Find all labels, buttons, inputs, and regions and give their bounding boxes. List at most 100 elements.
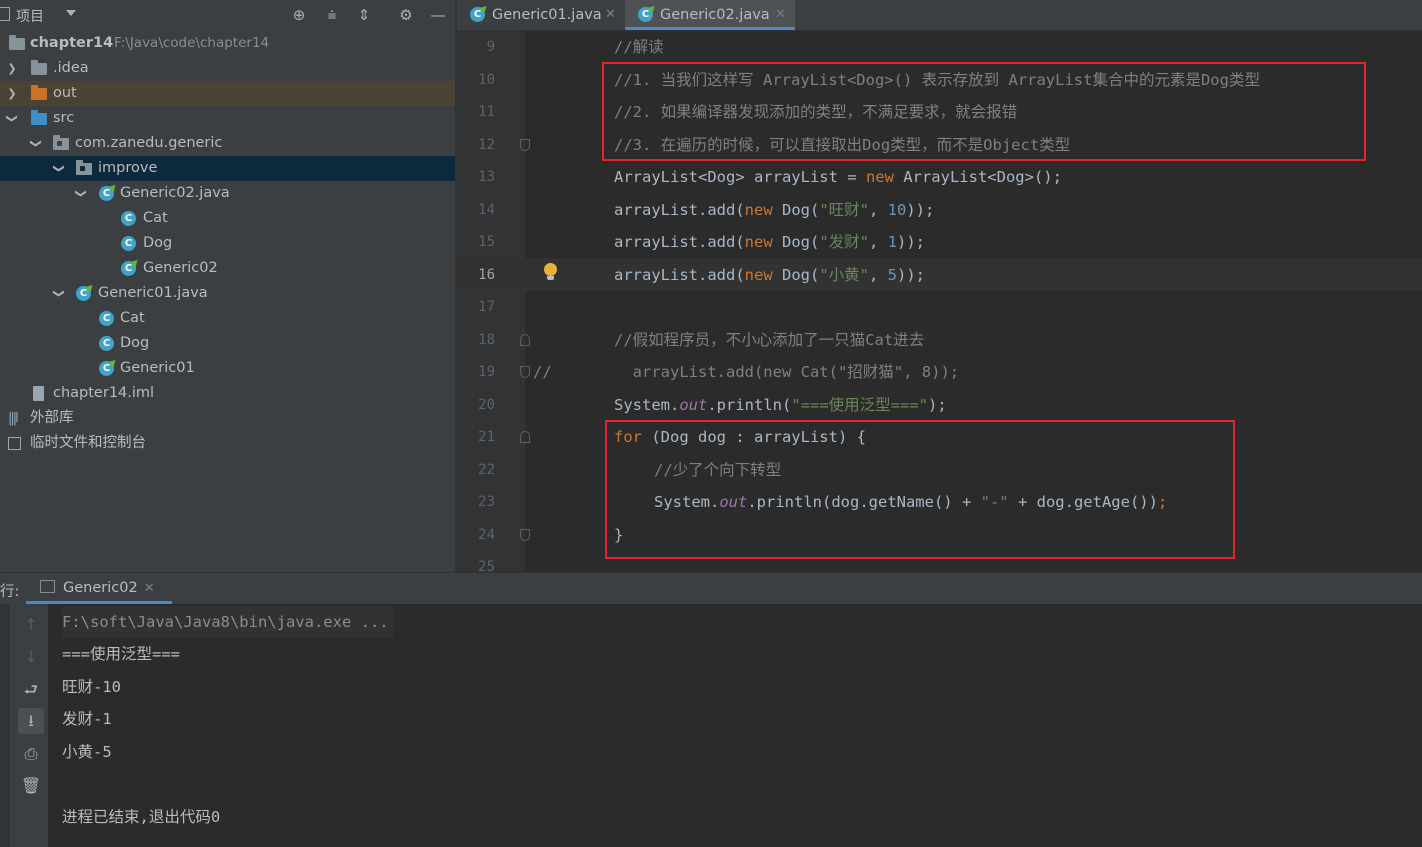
fold-end-icon[interactable]: [520, 366, 530, 378]
fold-end-icon[interactable]: [520, 529, 530, 541]
tree-item-generic01-java[interactable]: ❯ C Generic01.java: [0, 281, 455, 306]
line-number: 21: [478, 429, 495, 445]
line-number: 24: [478, 527, 495, 543]
console-line: ===使用泛型===: [62, 645, 180, 663]
tree-item-label: Cat: [120, 310, 145, 326]
tree-item-out[interactable]: ❯ out: [0, 81, 455, 106]
chevron-down-icon[interactable]: ❯: [47, 163, 72, 175]
tree-item-label: improve: [98, 160, 158, 176]
highlight-box-comments: [602, 62, 1366, 161]
scroll-to-end-icon[interactable]: ⭳: [18, 708, 44, 734]
highlight-box-for-loop: [605, 420, 1235, 559]
tree-item-class-generic02[interactable]: C Generic02: [0, 256, 455, 281]
chevron-down-icon[interactable]: ❯: [24, 138, 49, 150]
collapse-all-icon[interactable]: ⇕: [354, 5, 374, 25]
console-output[interactable]: [48, 604, 1422, 847]
tree-item-class-cat[interactable]: C Cat: [0, 306, 455, 331]
tree-item-scratches[interactable]: 临时文件和控制台: [0, 431, 455, 456]
tree-item-class-cat[interactable]: C Cat: [0, 206, 455, 231]
tree-item-package[interactable]: ❯ com.zanedu.generic: [0, 131, 455, 156]
java-class-icon: C: [121, 236, 136, 251]
tree-item-label: Generic01.java: [98, 285, 208, 301]
tree-item-label: .idea: [53, 60, 89, 76]
line-number: 25: [478, 559, 495, 572]
line-number-current: 16: [478, 267, 495, 283]
tree-item-label: Generic02.java: [120, 185, 230, 201]
tree-item-class-dog[interactable]: C Dog: [0, 231, 455, 256]
project-panel-header: 项目 ⊕ ⩧ ⇕ ⚙ —: [0, 0, 455, 30]
code-line-9: //解读: [614, 38, 664, 56]
code-line-19: arrayList.add(new Cat("招财猫", 8));: [614, 363, 960, 381]
fold-end-icon[interactable]: [520, 139, 530, 151]
line-number: 13: [478, 169, 495, 185]
tree-item-label: Generic01: [120, 360, 195, 376]
tree-item-label: com.zanedu.generic: [75, 135, 223, 151]
arrow-up-icon[interactable]: ↑: [18, 612, 44, 638]
code-text: arrayList.add(: [614, 233, 745, 251]
run-tab-generic02[interactable]: Generic02 ✕: [40, 580, 155, 596]
line-number: 12: [478, 137, 495, 153]
fold-start-icon[interactable]: [520, 334, 530, 346]
tree-item-iml[interactable]: chapter14.iml: [0, 381, 455, 406]
java-class-icon: C: [99, 311, 114, 326]
keyword: new: [865, 168, 894, 186]
chevron-down-icon[interactable]: ❯: [69, 188, 94, 200]
tree-item-label: Dog: [143, 235, 173, 251]
run-tab-label: Generic02: [63, 580, 138, 596]
code-text: ArrayList<Dog> arrayList =: [614, 168, 866, 186]
string-literal: "发财": [819, 233, 869, 251]
code-text: System.: [614, 396, 680, 414]
tree-item-class-generic01[interactable]: C Generic01: [0, 356, 455, 381]
code-line-13: ArrayList<Dog> arrayList = new ArrayList…: [614, 161, 1062, 193]
code-text: ));: [906, 201, 935, 219]
code-line-18: //假如程序员，不小心添加了一只猫Cat进去: [614, 331, 925, 349]
tree-item-generic02-java[interactable]: ❯ C Generic02.java: [0, 181, 455, 206]
tree-item-chapter14[interactable]: chapter14 F:\Java\code\chapter14: [0, 31, 455, 56]
tree-item-external-libraries[interactable]: |||l 外部库: [0, 406, 455, 431]
tree-item-label: 外部库: [30, 410, 74, 426]
tree-item-improve[interactable]: ❯ improve: [0, 156, 455, 181]
iml-file-icon: [33, 386, 44, 401]
minimize-icon[interactable]: —: [428, 5, 448, 25]
line-number: 23: [478, 494, 495, 510]
view-dropdown-icon[interactable]: [66, 10, 76, 16]
print-icon[interactable]: ⎙: [18, 741, 44, 767]
number-literal: 5: [887, 266, 898, 284]
string-literal: "===使用泛型===": [791, 396, 928, 414]
package-icon: [76, 160, 92, 175]
chevron-down-icon[interactable]: ❯: [0, 113, 25, 125]
code-line-15: arrayList.add(new Dog("发财", 1));: [614, 226, 925, 258]
gear-icon[interactable]: ⚙: [396, 5, 416, 25]
code-line-16: arrayList.add(new Dog("小黄", 5));: [614, 259, 925, 291]
close-icon[interactable]: ✕: [605, 0, 616, 30]
trash-icon[interactable]: 🗑: [18, 773, 44, 799]
run-side-strip: [0, 604, 10, 847]
arrow-down-icon[interactable]: ↓: [18, 644, 44, 670]
close-icon[interactable]: ✕: [775, 0, 786, 30]
project-panel: 项目 ⊕ ⩧ ⇕ ⚙ — chapter14 F:\Java\code\chap…: [0, 0, 455, 572]
tab-generic01-java[interactable]: C Generic01.java ✕: [457, 0, 625, 30]
chevron-right-icon[interactable]: ❯: [6, 81, 18, 106]
lightbulb-icon[interactable]: [544, 263, 557, 280]
tab-generic02-java[interactable]: C Generic02.java ✕: [625, 0, 795, 30]
excluded-folder-icon: [31, 85, 47, 100]
tab-label: Generic02.java: [660, 7, 770, 23]
project-panel-title: 项目: [16, 9, 44, 25]
fold-start-icon[interactable]: [520, 431, 530, 443]
java-main-class-icon: C: [638, 7, 653, 22]
expand-all-icon[interactable]: ⩧: [322, 5, 342, 25]
chevron-down-icon[interactable]: ❯: [47, 288, 72, 300]
close-icon[interactable]: ✕: [144, 581, 155, 596]
console-line: 旺财-10: [62, 678, 121, 696]
java-main-class-icon: C: [470, 7, 485, 22]
code-text: ,: [869, 201, 888, 219]
tree-item-idea[interactable]: ❯ .idea: [0, 56, 455, 81]
tree-item-src[interactable]: ❯ src: [0, 106, 455, 131]
tab-label: Generic01.java: [492, 7, 602, 23]
tree-item-class-dog[interactable]: C Dog: [0, 331, 455, 356]
chevron-right-icon[interactable]: ❯: [6, 56, 18, 81]
java-class-icon: C: [99, 336, 114, 351]
soft-wrap-icon[interactable]: ⮐: [18, 677, 44, 703]
line-number: 15: [478, 234, 495, 250]
crosshair-icon[interactable]: ⊕: [289, 5, 309, 25]
